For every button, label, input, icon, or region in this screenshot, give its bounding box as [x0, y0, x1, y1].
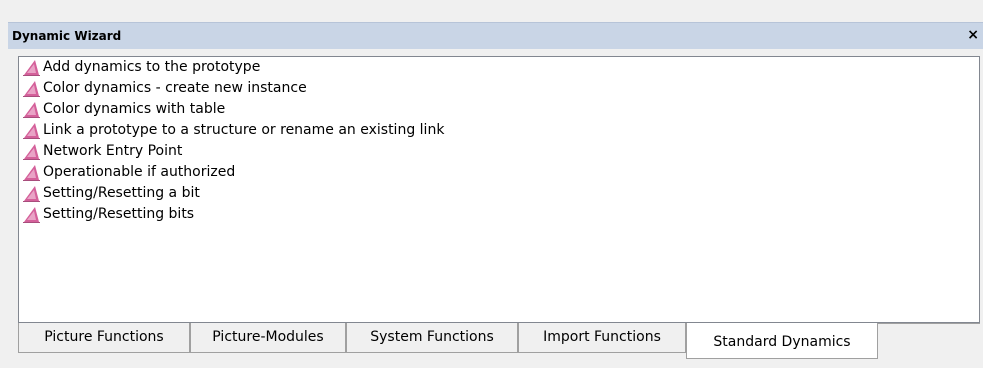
- title-bar: Dynamic Wizard ×: [8, 22, 983, 49]
- tab-standard-dynamics[interactable]: Standard Dynamics: [686, 323, 878, 359]
- list-item-label: Operationable if authorized: [43, 164, 236, 180]
- list-item[interactable]: Setting/Resetting a bit: [19, 183, 979, 204]
- list-item-label: Color dynamics - create new instance: [43, 80, 307, 96]
- list-item[interactable]: Color dynamics with table: [19, 99, 979, 120]
- pink-triangle-icon: [23, 81, 40, 97]
- tab-import-functions[interactable]: Import Functions: [518, 323, 686, 353]
- tab-system-functions[interactable]: System Functions: [346, 323, 518, 353]
- pink-triangle-icon: [23, 144, 40, 160]
- list-item-label: Network Entry Point: [43, 143, 183, 159]
- list-item[interactable]: Color dynamics - create new instance: [19, 78, 979, 99]
- pink-triangle-icon: [23, 60, 40, 76]
- list-item[interactable]: Setting/Resetting bits: [19, 204, 979, 225]
- list-item-label: Link a prototype to a structure or renam…: [43, 122, 445, 138]
- pink-triangle-icon: [23, 207, 40, 223]
- pink-triangle-icon: [23, 165, 40, 181]
- list-item-label: Setting/Resetting a bit: [43, 185, 200, 201]
- tab-strip-border: [878, 323, 980, 325]
- list-item[interactable]: Operationable if authorized: [19, 162, 979, 183]
- list-item-label: Setting/Resetting bits: [43, 206, 195, 222]
- tab-picture-functions[interactable]: Picture Functions: [18, 323, 190, 353]
- list-item[interactable]: Network Entry Point: [19, 141, 979, 162]
- list-item-label: Add dynamics to the prototype: [43, 59, 261, 75]
- pink-triangle-icon: [23, 102, 40, 118]
- close-icon[interactable]: ×: [967, 26, 979, 44]
- list-item-label: Color dynamics with table: [43, 101, 226, 117]
- dynamic-wizard-window: Dynamic Wizard × Add dynamics to the pro…: [8, 8, 983, 368]
- pink-triangle-icon: [23, 123, 40, 139]
- list-item[interactable]: Add dynamics to the prototype: [19, 57, 979, 78]
- list-item[interactable]: Link a prototype to a structure or renam…: [19, 120, 979, 141]
- window-title: Dynamic Wizard: [12, 29, 122, 43]
- tab-strip: Picture Functions Picture-Modules System…: [18, 323, 980, 363]
- tab-picture-modules[interactable]: Picture-Modules: [190, 323, 346, 353]
- pink-triangle-icon: [23, 186, 40, 202]
- dynamics-list[interactable]: Add dynamics to the prototype Color dyna…: [18, 56, 980, 323]
